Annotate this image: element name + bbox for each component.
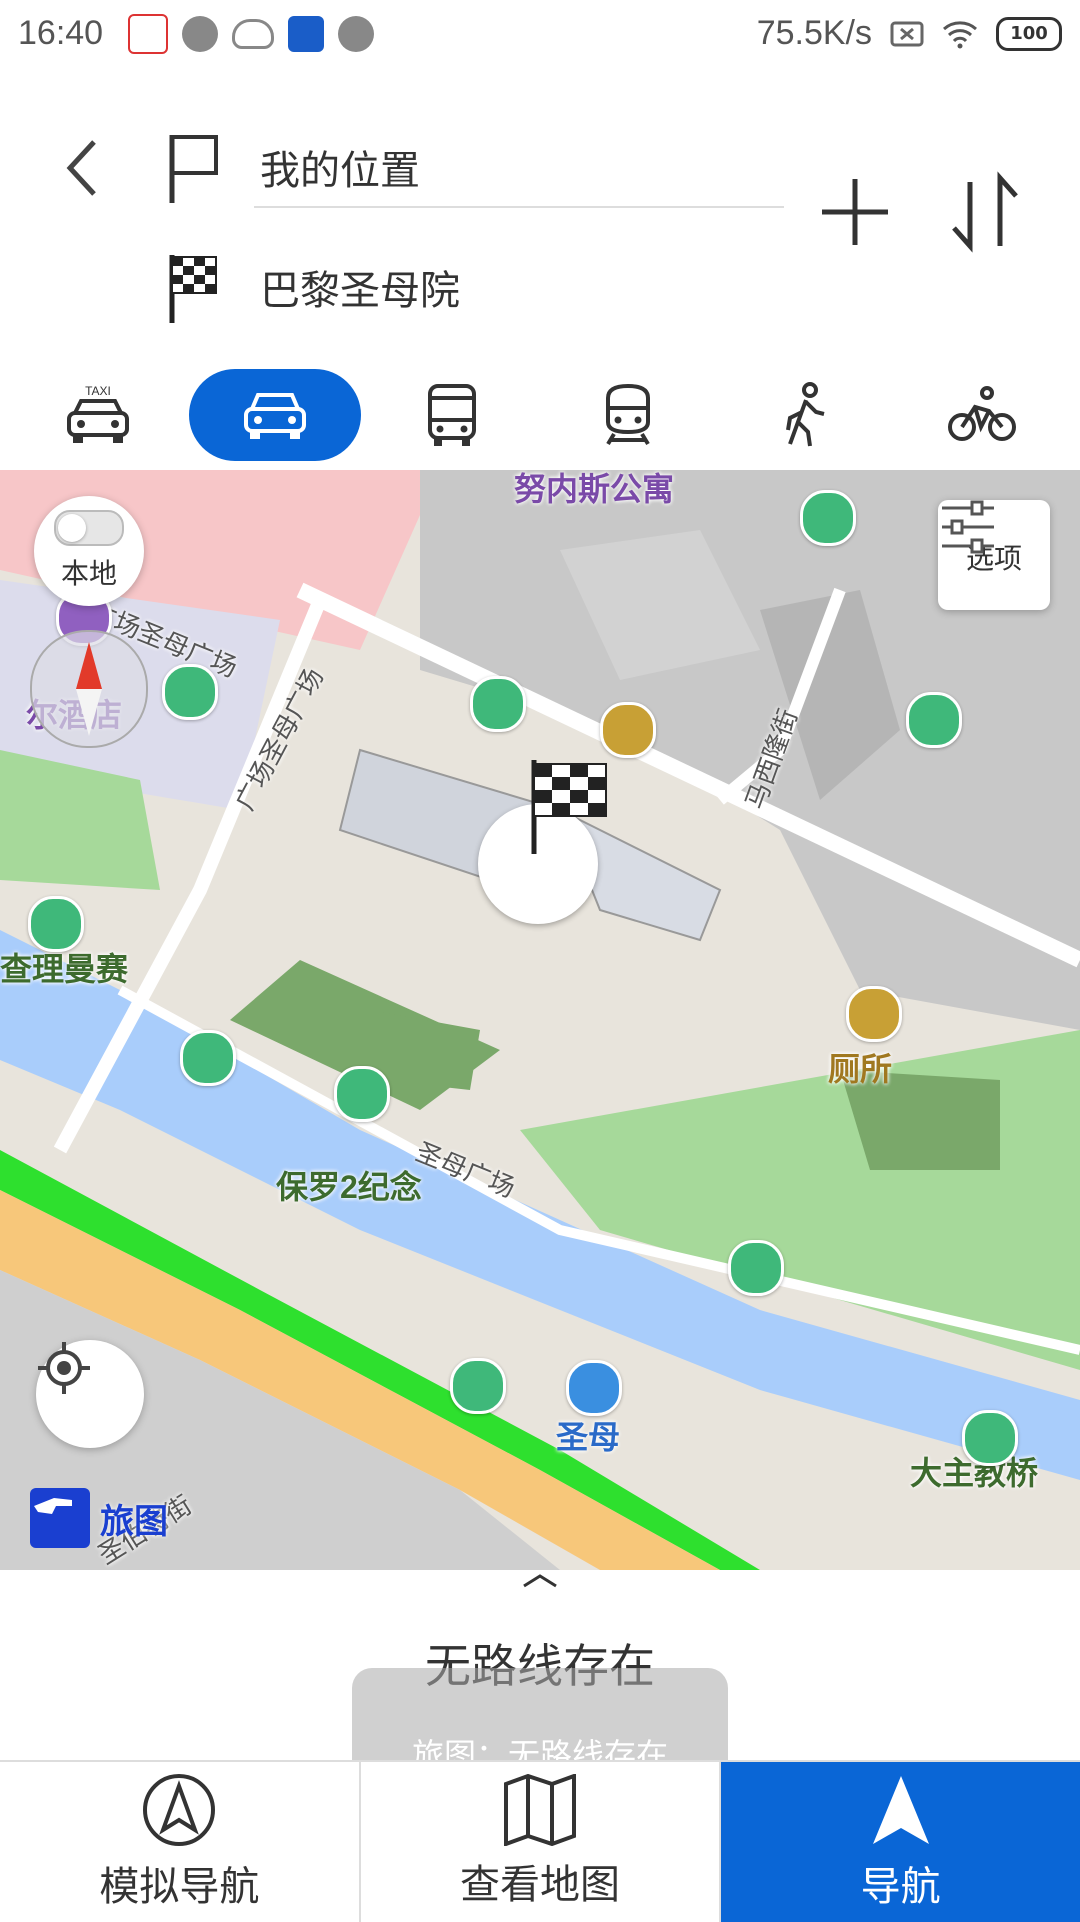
bike-icon xyxy=(947,386,1016,441)
navigation-arrow-icon xyxy=(872,1776,929,1844)
status-bar: 16:40 75.5K/s 100 xyxy=(0,0,1080,72)
route-input-panel: 我的位置 巴黎圣母院 xyxy=(0,72,1080,360)
poi-metro-8[interactable] xyxy=(450,1358,506,1414)
mode-taxi[interactable]: TAXI xyxy=(12,369,184,461)
label-memorial: 保罗2纪念 xyxy=(276,1169,422,1205)
destination-text: 巴黎圣母院 xyxy=(260,269,460,313)
car-icon xyxy=(243,393,306,439)
destination-marker[interactable] xyxy=(478,754,608,924)
view-map-button[interactable]: 查看地图 xyxy=(360,1762,722,1922)
svg-text:TAXI: TAXI xyxy=(85,384,111,398)
compass-icon[interactable] xyxy=(30,630,148,748)
local-toggle-label: 本地 xyxy=(60,557,117,590)
mode-car[interactable] xyxy=(188,369,361,461)
no-sim-icon xyxy=(890,21,924,46)
destination-row[interactable]: 巴黎圣母院 xyxy=(160,232,790,342)
poi-building[interactable] xyxy=(600,702,656,758)
poi-metro-2[interactable] xyxy=(162,664,218,720)
poi-metro-5[interactable] xyxy=(28,896,84,952)
checkered-flag-icon xyxy=(169,255,217,323)
notification-icons xyxy=(128,14,374,54)
circle-app-icon-2 xyxy=(338,16,374,52)
cloud-icon xyxy=(232,19,274,49)
network-speed: 75.5K/s xyxy=(756,14,872,52)
navigation-arrow-outline-icon xyxy=(143,1774,216,1846)
poi-metro-3[interactable] xyxy=(470,676,526,732)
crosshair-icon xyxy=(38,1342,90,1394)
map-view[interactable]: 努内斯公寓 广场圣母广场 广场圣母广场 尔酒店 马西隆街 查理曼赛 圣母广场 保… xyxy=(0,470,1080,1570)
mode-bike[interactable] xyxy=(896,369,1068,461)
label-toilet: 厕所 xyxy=(828,1051,893,1087)
bottom-action-bar: 模拟导航 查看地图 导航 xyxy=(0,1760,1080,1922)
map-icon xyxy=(504,1774,576,1846)
poi-metro-6[interactable] xyxy=(180,1030,236,1086)
mode-bus[interactable] xyxy=(366,369,538,461)
toggle-switch[interactable] xyxy=(54,510,124,546)
poi-toilet[interactable] xyxy=(846,986,902,1042)
wifi-icon xyxy=(943,20,977,48)
start-location-text: 我的位置 xyxy=(260,149,420,193)
add-waypoint-icon[interactable] xyxy=(810,167,900,257)
bus-icon xyxy=(427,384,476,446)
shop-app-icon xyxy=(128,14,168,54)
mode-subway[interactable] xyxy=(542,369,714,461)
my-location-button[interactable] xyxy=(36,1340,144,1448)
compass-needle-icon xyxy=(76,642,102,736)
start-navigation-button[interactable]: 导航 xyxy=(721,1762,1080,1922)
swap-route-icon[interactable] xyxy=(940,162,1030,262)
chevron-up-icon[interactable] xyxy=(520,1570,560,1590)
poi-metro-7[interactable] xyxy=(728,1240,784,1296)
brand-hand-icon xyxy=(30,1488,90,1548)
sliders-icon xyxy=(942,500,994,554)
local-toggle[interactable]: 本地 xyxy=(34,496,144,606)
transport-mode-bar: TAXI xyxy=(0,360,1080,470)
circle-app-icon xyxy=(182,16,218,52)
route-divider xyxy=(254,206,784,208)
poi-park[interactable] xyxy=(334,1066,390,1122)
back-arrow-icon[interactable] xyxy=(52,122,112,212)
map-app-icon xyxy=(288,16,324,52)
poi-metro-9[interactable] xyxy=(962,1410,1018,1466)
taxi-icon: TAXI xyxy=(67,384,130,443)
subway-icon xyxy=(606,383,651,446)
simulate-navigation-button[interactable]: 模拟导航 xyxy=(0,1762,361,1922)
brand-logo: 旅图 xyxy=(30,1488,168,1548)
poi-dock[interactable] xyxy=(566,1360,622,1416)
label-dock: 圣母 xyxy=(556,1419,621,1455)
status-time: 16:40 xyxy=(18,14,104,52)
poi-metro-1[interactable] xyxy=(800,490,856,546)
simulate-label: 模拟导航 xyxy=(99,1864,260,1910)
navigate-label: 导航 xyxy=(860,1864,941,1910)
mode-walk[interactable] xyxy=(719,369,891,461)
view-map-label: 查看地图 xyxy=(460,1862,620,1908)
start-flag-icon xyxy=(169,135,218,203)
walk-icon xyxy=(785,382,825,447)
battery-indicator: 100 xyxy=(996,16,1062,51)
options-button[interactable]: 选项 xyxy=(938,500,1050,610)
label-apartment: 努内斯公寓 xyxy=(514,471,675,507)
poi-metro-4[interactable] xyxy=(906,692,962,748)
checkered-flag-marker-icon xyxy=(531,760,607,854)
brand-name: 旅图 xyxy=(100,1501,168,1542)
